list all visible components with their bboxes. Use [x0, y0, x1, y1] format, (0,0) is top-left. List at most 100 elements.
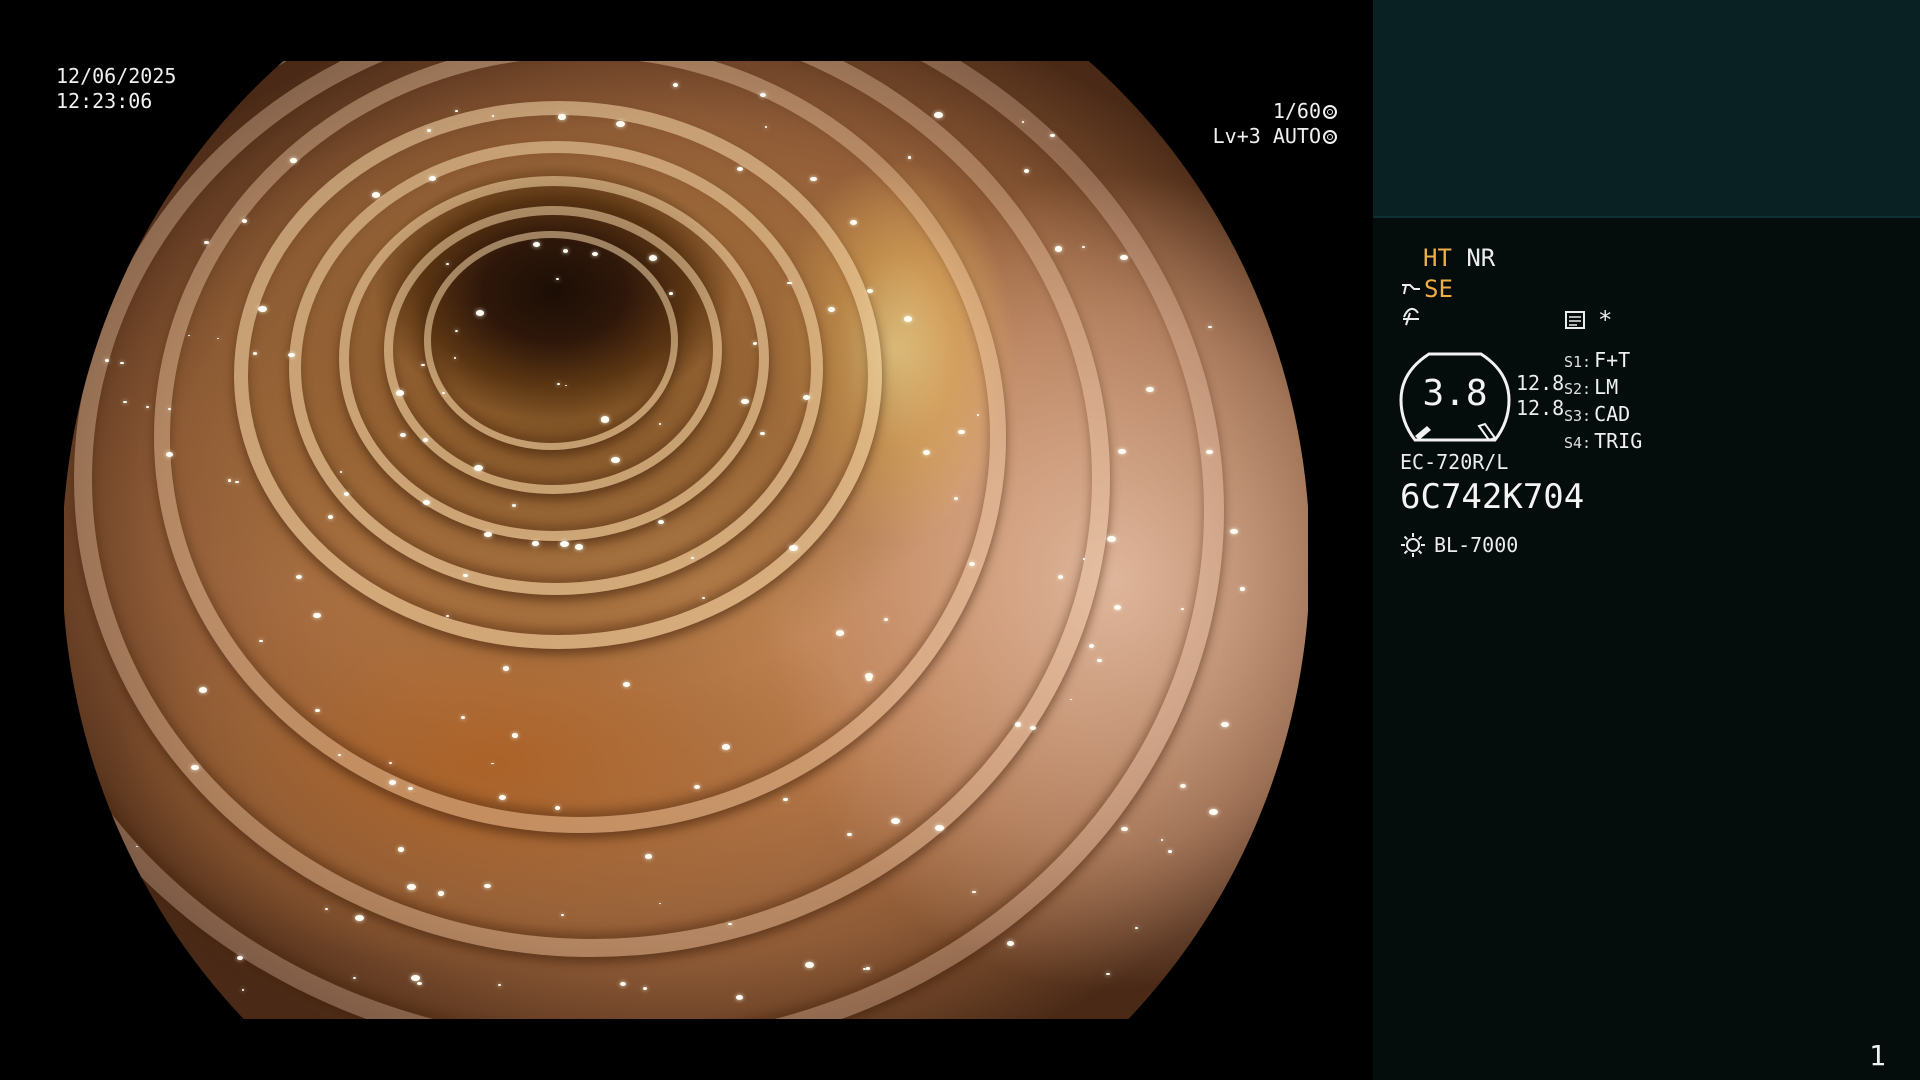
endoscopic-image	[64, 61, 1308, 1019]
endoscope-view: 12/06/2025 12:23:06 1/60 Lv+3 AUTO	[0, 0, 1373, 1080]
specular-glint	[891, 817, 900, 825]
gauge-side-value: 12.8	[1516, 396, 1565, 420]
specular-glint	[1208, 325, 1212, 329]
specular-glint	[866, 967, 870, 970]
specular-glint	[1105, 972, 1110, 976]
image-mode-row: HT NR	[1423, 244, 1495, 272]
specular-glint	[600, 416, 610, 423]
specular-glint	[408, 786, 414, 790]
date-time-stamp: 12/06/2025 12:23:06	[56, 64, 176, 114]
specular-glint	[1195, 140, 1201, 144]
light-source-icon	[1401, 533, 1425, 557]
specular-glint	[672, 83, 678, 87]
specular-glint	[1030, 725, 1036, 730]
specular-glint	[575, 544, 584, 550]
specular-glint	[864, 672, 874, 679]
specular-glint	[474, 464, 483, 471]
specular-glint	[532, 541, 539, 546]
gauge-side-values: 12.8 12.8	[1516, 371, 1564, 421]
specular-glint	[1121, 826, 1129, 832]
mode-se: SE	[1424, 275, 1453, 303]
specular-glint	[1206, 449, 1213, 455]
specular-glint	[295, 574, 303, 579]
specular-glint	[1024, 168, 1030, 173]
specular-glint	[759, 431, 765, 436]
mode-nr: NR	[1466, 244, 1496, 272]
specular-glint	[187, 334, 190, 337]
specular-glint	[1167, 850, 1173, 854]
specular-glint	[728, 922, 732, 926]
time-text: 12:23:06	[56, 89, 153, 113]
light-source-row: BL-7000	[1400, 532, 1518, 558]
switch-key: S4:	[1564, 434, 1592, 452]
gauge-value: 3.8	[1422, 373, 1488, 414]
specular-glint	[657, 520, 664, 525]
magnification-gauge: 3.8	[1399, 352, 1511, 442]
specular-glint	[257, 305, 267, 312]
switch-key: S2:	[1564, 380, 1592, 398]
switch-value: CAD	[1594, 402, 1631, 426]
specular-glint	[557, 114, 566, 120]
specular-glint	[146, 406, 149, 408]
specular-glint	[407, 883, 416, 890]
specular-glint	[388, 780, 396, 785]
specular-glint	[1082, 245, 1086, 248]
scope-tip-icon	[1402, 284, 1420, 295]
endoscopy-screen: 12/06/2025 12:23:06 1/60 Lv+3 AUTO HT NR	[0, 0, 1920, 1080]
specular-glint	[560, 540, 569, 547]
specular-glint	[426, 128, 432, 132]
specular-glint	[736, 994, 744, 1000]
switch-item: S1: F+T	[1564, 348, 1642, 375]
specular-glint	[241, 219, 247, 223]
specular-glint	[934, 111, 943, 118]
specular-glint	[421, 363, 425, 367]
specular-glint	[645, 854, 652, 859]
specular-glint	[453, 357, 457, 359]
switch-item: S2: LM	[1564, 375, 1642, 402]
scope-serial: 6C742K704	[1400, 477, 1585, 517]
specular-glint	[741, 398, 749, 404]
specular-glint	[398, 847, 405, 852]
specular-glint	[455, 110, 458, 113]
scope-model: EC-720R/L	[1400, 450, 1509, 474]
asterisk-mark: *	[1598, 306, 1613, 334]
specular-glint	[752, 341, 757, 345]
shutter-speed: 1/60	[1272, 99, 1321, 123]
gauge-marker	[1477, 422, 1497, 442]
specular-glint	[648, 254, 658, 261]
specular-glint	[288, 352, 295, 358]
specular-glint	[312, 612, 321, 619]
enhance-curve-row	[1400, 305, 1422, 333]
specular-glint	[615, 120, 625, 127]
specular-glint	[203, 240, 209, 245]
specular-glint	[668, 291, 673, 295]
specular-glint	[343, 491, 350, 496]
specular-glint	[133, 929, 140, 934]
specular-glint	[355, 914, 365, 921]
specular-glint	[395, 390, 404, 396]
thumbnail-area	[1373, 0, 1920, 218]
specular-glint	[1209, 809, 1219, 816]
page-number: 1	[1869, 1039, 1886, 1072]
specular-glint	[236, 955, 243, 961]
specular-glint	[106, 292, 112, 296]
specular-glint	[1057, 575, 1063, 579]
specular-glint	[498, 795, 506, 800]
specular-glint	[532, 241, 540, 247]
specular-glint	[611, 456, 620, 463]
shutter-row: 1/60	[1213, 99, 1337, 124]
specular-glint	[483, 531, 492, 538]
specular-glint	[167, 407, 171, 410]
date-text: 12/06/2025	[56, 64, 177, 88]
switch-key: S1:	[1564, 353, 1592, 371]
specular-glint	[555, 806, 560, 810]
switch-item: S4: TRIG	[1564, 429, 1642, 456]
specular-glint	[423, 499, 431, 505]
specular-glint	[446, 615, 449, 617]
switch-value: TRIG	[1594, 429, 1643, 453]
specular-glint	[702, 597, 705, 599]
shutter-dial-icon	[1323, 104, 1337, 119]
exposure-info: 1/60 Lv+3 AUTO	[1213, 99, 1337, 149]
specular-glint	[125, 206, 130, 210]
specular-glint	[957, 429, 965, 435]
